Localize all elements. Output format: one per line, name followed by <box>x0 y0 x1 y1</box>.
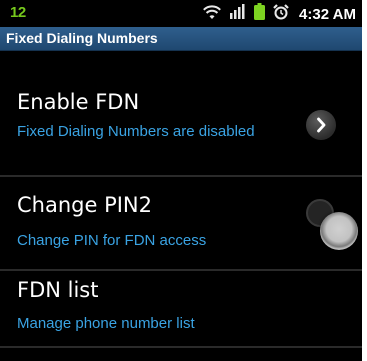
list-item-change-pin2[interactable]: Change PIN2 Change PIN for FDN access <box>0 177 362 269</box>
list-item-fdn-list[interactable]: FDN list Manage phone number list <box>0 271 362 346</box>
screenshot-frame: 12 4:32 AM Fixed Dialing Numbers Enable … <box>0 0 367 361</box>
list-divider <box>0 346 362 348</box>
chevron-right-icon[interactable] <box>306 110 336 140</box>
enable-fdn-title: Enable FDN <box>17 90 140 114</box>
page-title: Fixed Dialing Numbers <box>6 30 158 46</box>
status-icons: 4:32 AM <box>202 3 356 25</box>
toggle-knob[interactable] <box>320 212 358 250</box>
status-time: 4:32 AM <box>299 5 356 23</box>
notification-count: 12 <box>10 4 26 21</box>
fdn-list-title: FDN list <box>17 278 99 302</box>
status-bar: 12 4:32 AM <box>0 0 362 27</box>
alarm-icon <box>273 3 289 25</box>
change-pin2-summary: Change PIN for FDN access <box>17 232 207 249</box>
enable-fdn-summary: Fixed Dialing Numbers are disabled <box>17 123 255 140</box>
signal-icon <box>230 4 246 24</box>
fdn-list-summary: Manage phone number list <box>17 315 195 332</box>
change-pin2-title: Change PIN2 <box>17 193 153 217</box>
wifi-icon <box>202 4 222 25</box>
title-bar: Fixed Dialing Numbers <box>0 27 362 51</box>
phone-screen: 12 4:32 AM Fixed Dialing Numbers Enable … <box>0 0 362 361</box>
battery-icon <box>254 3 266 25</box>
